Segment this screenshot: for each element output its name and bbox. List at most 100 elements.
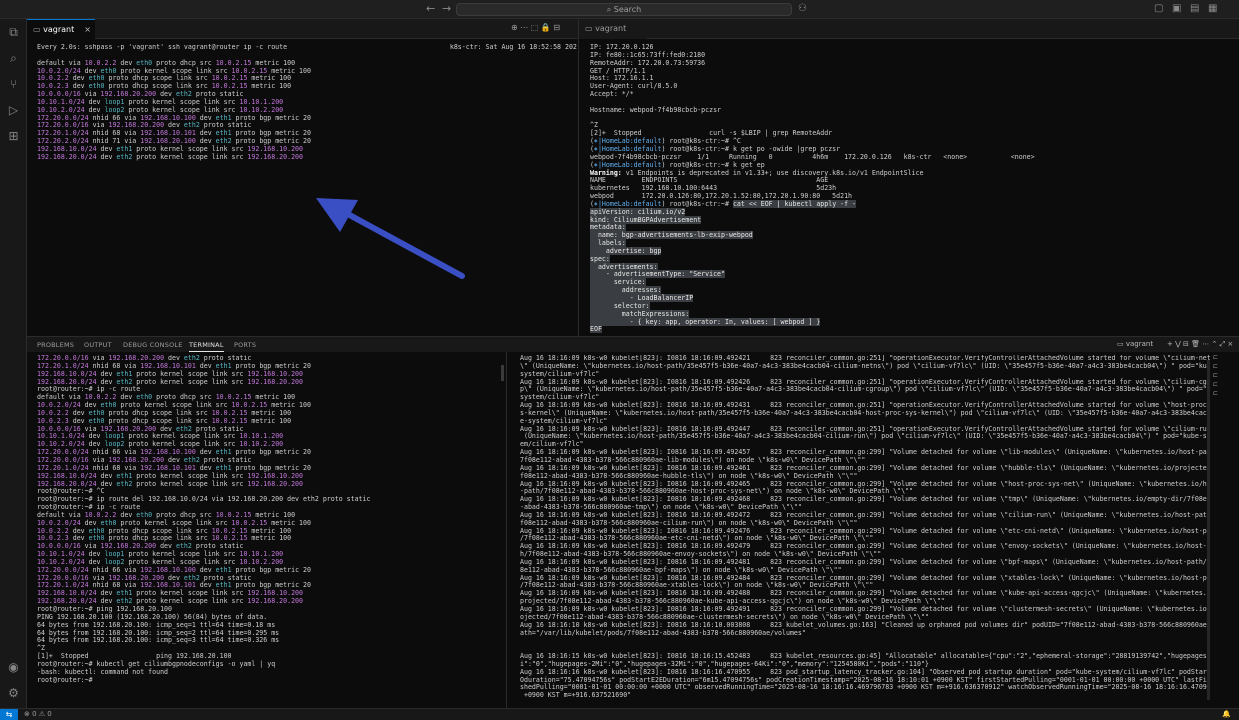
terminal-list-item[interactable]: ⊏	[1213, 372, 1239, 381]
terminal-text: projected/7f08e112-abad-4383-b378-566c88…	[520, 597, 945, 606]
terminal-text: f08e112-abad-4383-b378-566c880960ae-hubb…	[520, 471, 858, 480]
run-debug-icon[interactable]: ▷	[6, 103, 21, 118]
remote-indicator-icon[interactable]: ⇆	[0, 709, 18, 720]
forward-icon[interactable]: →	[442, 2, 451, 15]
terminal-name: vagrant	[1125, 340, 1154, 348]
title-bar: ← → ⌕ Search ⚇ ▢ ▣ ▤ ▦	[0, 0, 1239, 19]
terminal-text: eth2	[175, 90, 192, 99]
terminal-text: 10.0.2.15	[211, 416, 248, 425]
tab-vagrant-left[interactable]: ▭ vagrant ×	[27, 19, 95, 39]
terminal-list-item[interactable]: ⊏	[1213, 354, 1239, 363]
settings-gear-icon[interactable]: ⚙	[6, 686, 21, 701]
terminal-text: dev	[80, 66, 101, 75]
terminal-text: Aug 16 18:16:09 k8s-w0 kubelet[823]: I08…	[520, 589, 1210, 598]
terminal-text: 10.0.2.15	[231, 401, 268, 410]
tab-ports[interactable]: PORTS	[234, 341, 256, 349]
terminal-list-item[interactable]: ⊏	[1213, 390, 1239, 399]
editor-actions-left[interactable]: ⊕ ⋯ ⬚ 🔒 ⊟	[511, 23, 560, 32]
extensions-icon[interactable]: ⊞	[6, 129, 21, 144]
terminal-text: eth0	[136, 58, 153, 67]
terminal-text: 10.0.2.3	[37, 82, 69, 91]
tab-vagrant-right[interactable]: ▭ vagrant	[579, 19, 647, 39]
terminal-text: shedPulling="0001-01-01 00:00:00 +0000 U…	[520, 683, 1210, 692]
terminal-text: via	[80, 424, 101, 433]
terminal-text: eth2	[215, 137, 232, 146]
explorer-icon[interactable]: ⧉	[6, 25, 21, 40]
terminal-line: EOF	[590, 325, 1230, 334]
terminal-text: proto bgp metric 20	[231, 113, 311, 122]
terminal-bottom-left[interactable]: 172.20.0.0/16 via 192.168.20.200 dev eth…	[37, 355, 499, 707]
terminal-text: spec:	[590, 254, 610, 263]
customize-layout-icon[interactable]: ▦	[1208, 3, 1217, 14]
terminal-text: h/7f08e112-abad-4383-b378-566c880960ae-e…	[520, 550, 882, 559]
terminal-top-left[interactable]: Every 2.0s: sshpass -p 'vagrant' ssh vag…	[37, 44, 577, 334]
terminal-text: labels:	[590, 239, 626, 248]
terminal-text: dev	[116, 393, 137, 402]
terminal-text: root@router:~# ip -c route	[37, 385, 141, 394]
tab-terminal[interactable]: TERMINAL	[189, 341, 224, 352]
terminal-text: 192.168.20.200	[100, 424, 157, 433]
terminal-text: advertise: bgp	[590, 246, 662, 255]
terminal-line: spec:	[590, 254, 1230, 264]
terminal-text: 10.10.2.0/24	[37, 557, 85, 566]
terminal-line: service:	[590, 278, 1230, 287]
source-control-icon[interactable]: ⑂	[6, 77, 21, 92]
problems-count[interactable]: ⊗ 0 ⚠ 0	[24, 710, 52, 718]
terminal-text: webpod-7f4b98cbcb-pczsr 1/1 Running 0 4h…	[590, 152, 1035, 161]
terminal-text: 10.0.2.2	[84, 58, 117, 67]
search-icon: ⌕	[606, 5, 614, 14]
terminal-text: proto bgp metric 20	[231, 565, 311, 574]
terminal-top-right[interactable]: IP: 172.20.0.126 IP: fe80::1c65:73ff:fed0…	[590, 44, 1230, 334]
terminal-text: root@router:~#	[37, 675, 97, 684]
terminal-text: dev	[156, 542, 176, 551]
scrollbar-thumb[interactable]	[501, 365, 504, 381]
terminal-text: ^Z	[590, 121, 598, 130]
terminal-text: 10.0.2.3	[37, 534, 69, 543]
terminal-list-item[interactable]: ⊏	[1213, 363, 1239, 372]
command-search-box[interactable]: ⌕ Search	[456, 3, 792, 16]
terminal-text: 10.0.2.15	[211, 534, 248, 543]
terminal-text: metadata:	[590, 223, 626, 232]
terminal-text: Accept: */*	[590, 90, 634, 99]
terminal-text: loop1	[104, 432, 125, 441]
terminal-line: s-kernel\" (UniqueName: \"kubernetes.io/…	[520, 409, 1210, 418]
terminal-text: 10.10.1.0/24	[37, 550, 85, 559]
terminal-text: loop2	[104, 105, 125, 114]
terminal-text: eth1	[116, 471, 133, 480]
editor-tabbar-left: ▭ vagrant × ⊕ ⋯ ⬚ 🔒 ⊟	[27, 19, 578, 39]
notifications-bell-icon[interactable]: 🔔	[1222, 710, 1231, 718]
terminal-bottom-right[interactable]: Aug 16 18:16:09 k8s-w0 kubelet[823]: I08…	[520, 355, 1210, 707]
terminal-text: 192.168.10.200	[247, 471, 303, 480]
terminal-text: 192.168.10.101	[140, 463, 196, 472]
terminal-text: f08e112-abad-4383-b378-566c880960ae-cili…	[520, 518, 858, 527]
scrollbar-track[interactable]	[1207, 360, 1210, 700]
panel-actions[interactable]: + ⋁ ⊟ 🗑 ⋯ ⌃ ⤢ ×	[1167, 340, 1233, 349]
terminal-list-item[interactable]: ⊏	[1213, 381, 1239, 390]
terminal-text: 192.168.20.0/24	[37, 479, 97, 488]
close-icon[interactable]: ×	[84, 25, 91, 34]
terminal-text: default via	[37, 393, 85, 402]
account-icon[interactable]: ◉	[6, 660, 21, 675]
copilot-icon[interactable]: ⚇	[798, 3, 807, 14]
terminal-text: ⎈|HomeLab:default	[593, 199, 662, 208]
terminal-text: dev	[84, 97, 105, 106]
toggle-secondary-sidebar-icon[interactable]: ▤	[1190, 3, 1199, 14]
search-icon[interactable]: ⌕	[6, 51, 21, 66]
activity-bar: ⧉ ⌕ ⑂ ▷ ⊞ ◉ ⚙	[0, 19, 27, 708]
toggle-sidebar-icon[interactable]: ▢	[1154, 3, 1163, 14]
terminal-split-divider[interactable]	[506, 352, 507, 708]
back-icon[interactable]: ←	[426, 2, 435, 15]
toggle-panel-icon[interactable]: ▣	[1172, 3, 1181, 14]
terminal-text: eth2	[183, 573, 200, 582]
editor-split-divider[interactable]	[578, 19, 579, 336]
tab-problems[interactable]: PROBLEMS	[37, 341, 74, 349]
tab-output[interactable]: OUTPUT	[84, 341, 112, 349]
terminal-text: nhid 68 via	[88, 581, 141, 590]
terminal-text: Aug 16 18:16:15 k8s-w0 kubelet[823]: I08…	[520, 652, 1210, 661]
terminal-selector[interactable]: ▭ vagrant	[1117, 340, 1153, 348]
terminal-text: proto kernel scope link src	[116, 518, 232, 527]
terminal-line: GET / HTTP/1.1	[590, 67, 1230, 76]
terminal-text: eth2	[116, 152, 133, 161]
terminal-text: ⎈|HomeLab:default	[593, 144, 662, 153]
tab-debug-console[interactable]: DEBUG CONSOLE	[123, 341, 183, 349]
